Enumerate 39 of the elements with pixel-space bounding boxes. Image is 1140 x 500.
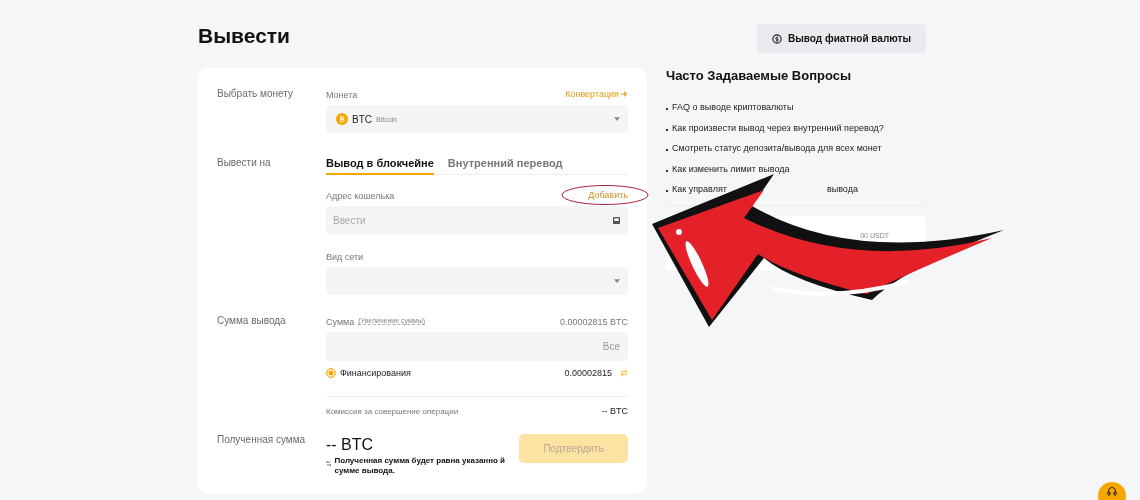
coin-icon: [772, 33, 782, 44]
section-label: Полученная сумма: [217, 434, 307, 447]
fiat-withdraw-button[interactable]: Вывод фиатной валюты: [757, 24, 926, 53]
faq-link[interactable]: Смотреть статус депозита/вывода для всех монет: [672, 143, 882, 154]
field-label: Сумма: [326, 316, 355, 327]
faq-link[interactable]: вывода: [826, 184, 858, 195]
headset-icon: [1107, 486, 1117, 496]
faq-link[interactable]: FAQ о выводе криптовалюты: [672, 102, 794, 113]
field-label: Вид сети: [326, 251, 365, 262]
arrows-icon: [326, 460, 332, 467]
coin-symbol: BTC: [352, 113, 372, 125]
address-field[interactable]: Ввести: [326, 206, 628, 235]
faq-title: Часто Задаваемые Вопросы: [666, 68, 853, 83]
received-amount: -- BTC: [326, 436, 375, 454]
coin-icon: [336, 113, 348, 125]
faq-link[interactable]: Как произвести вывод через внутренний перевод?: [672, 122, 884, 133]
page-title: Вывести: [198, 24, 291, 49]
field-label: Адрес кошелька: [326, 190, 395, 201]
faq-link[interactable]: Как управлят: [672, 184, 727, 195]
radio-button[interactable]: [326, 368, 336, 378]
section-label: Выбрать монету: [217, 88, 294, 101]
field-label: Монета: [326, 89, 358, 100]
wallet-label: Финансирования: [340, 368, 411, 378]
section-label: Вывести на: [217, 157, 272, 170]
available-amount: 0.00002815 BTC: [559, 316, 628, 327]
tab[interactable]: Вывод в блокчейне: [326, 157, 434, 175]
caret-icon: [614, 117, 620, 121]
faq-link[interactable]: Как изменить лимит вывода: [672, 163, 790, 174]
caret-icon: [614, 279, 620, 283]
swap-icon[interactable]: [620, 369, 628, 377]
fee-value: -- BTC: [601, 405, 628, 416]
network-select[interactable]: [326, 267, 628, 295]
arrow-icon: [620, 90, 628, 98]
fee-label: Комиссия за совершение операции: [326, 406, 459, 416]
received-note: Полученная сумма будет равна указанно й сумме вывода.: [334, 456, 507, 476]
address-book-icon: [613, 217, 620, 224]
tab[interactable]: Внутренний перевод: [447, 157, 563, 175]
wallet-balance: 0.00002815: [564, 368, 612, 378]
section-label: Сумма вывода: [217, 315, 287, 328]
